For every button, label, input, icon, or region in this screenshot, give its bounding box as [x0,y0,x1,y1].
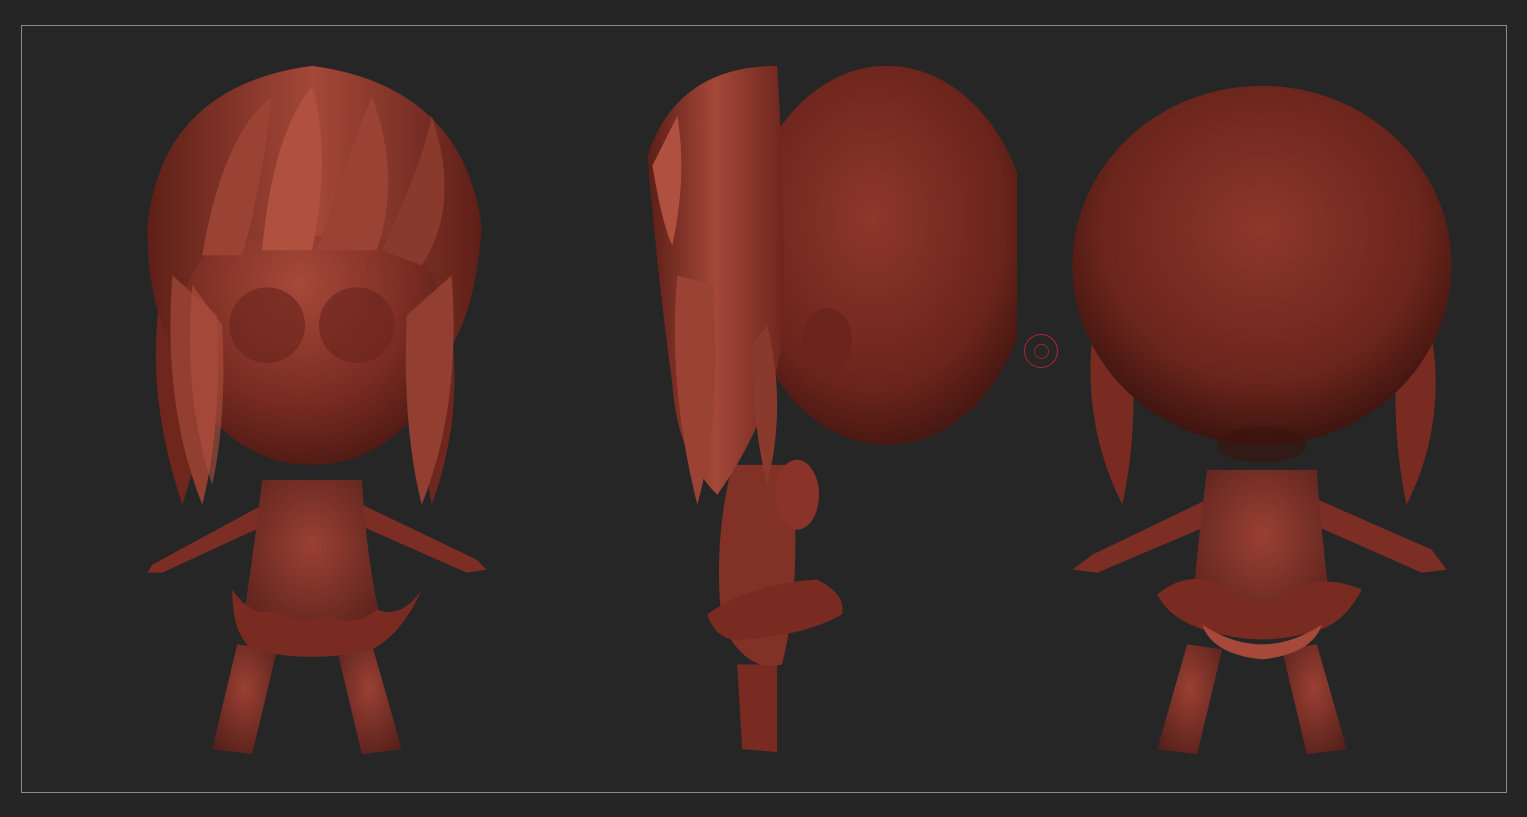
canvas-viewport[interactable] [21,25,1507,793]
front-view-render [147,65,487,755]
brush-cursor-icon [1024,334,1058,368]
model-front-view[interactable] [102,26,522,792]
back-view-render [1072,85,1452,755]
model-side-view[interactable] [617,26,1017,792]
model-back-view[interactable] [1052,26,1472,792]
side-view-render [647,65,1017,753]
